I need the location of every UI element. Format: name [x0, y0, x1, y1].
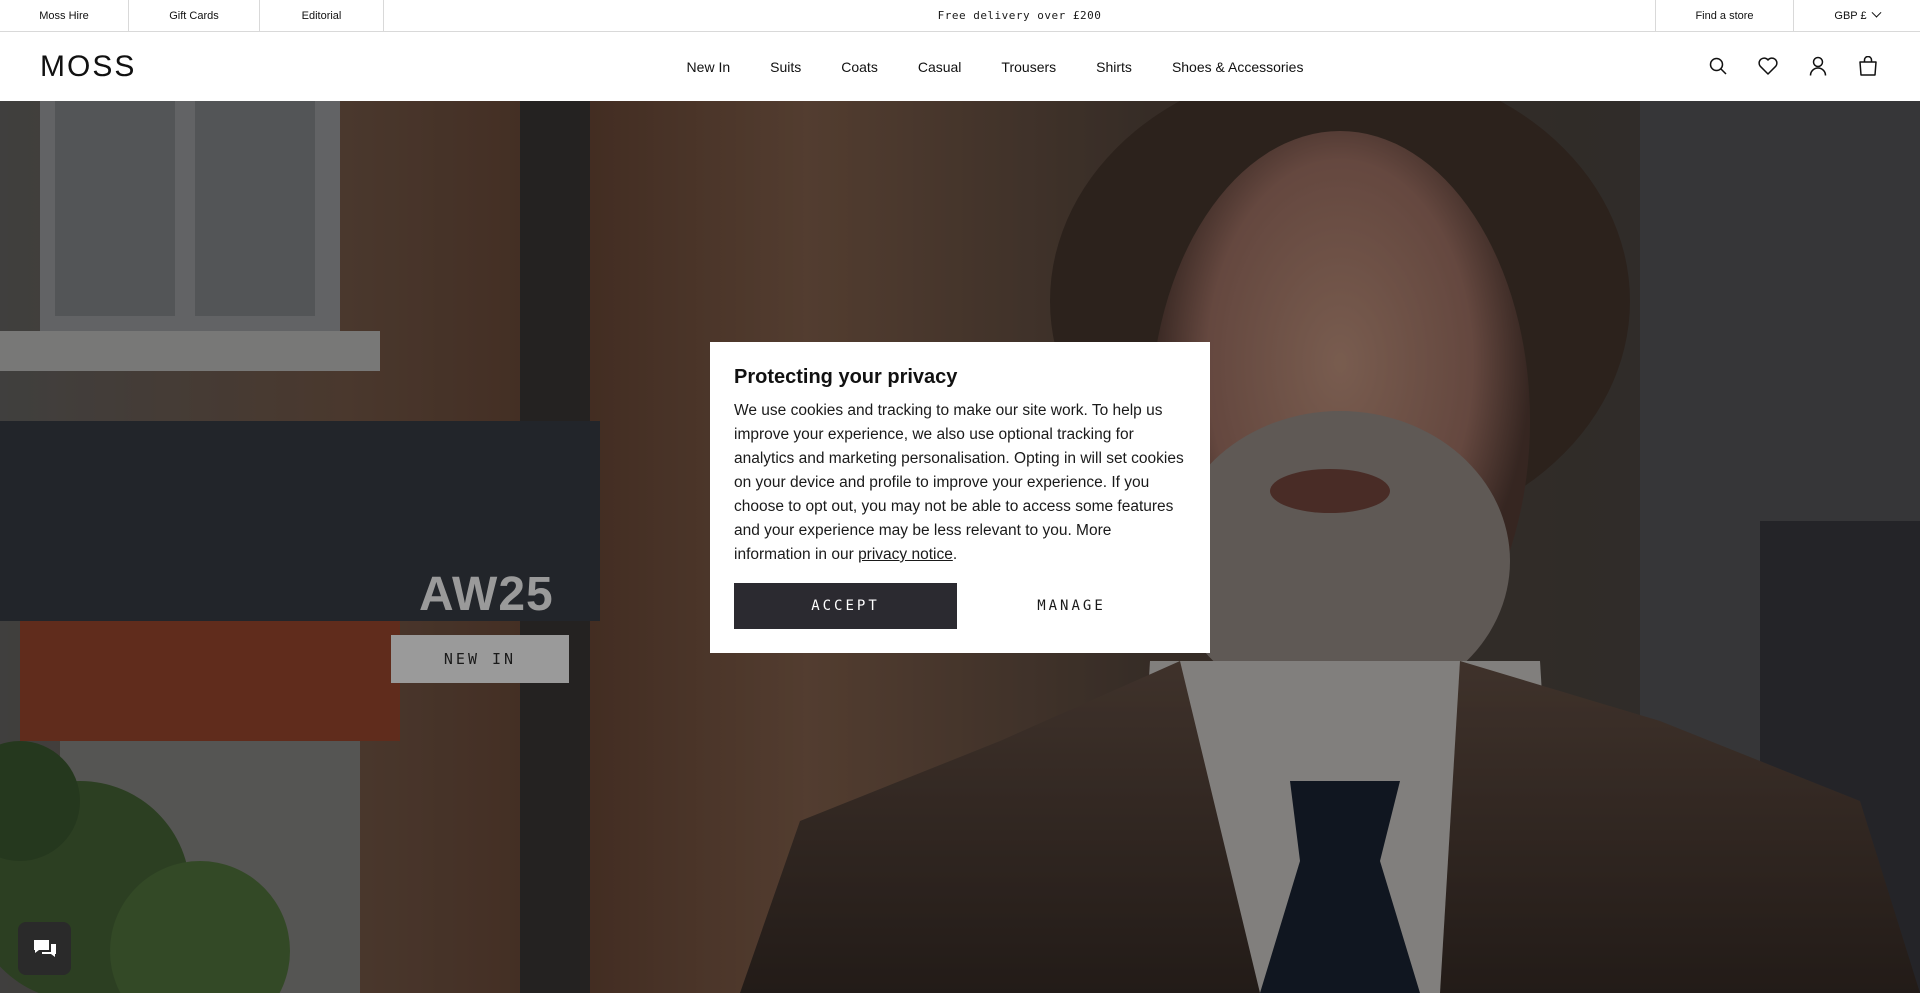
currency-label: GBP £: [1834, 9, 1867, 22]
site-header: New In Suits Coats Casual Trousers Shirt…: [0, 32, 1920, 101]
promo-banner: Free delivery over £200: [937, 9, 1102, 22]
header-icons: [1706, 54, 1880, 78]
cookie-consent-modal: Protecting your privacy We use cookies a…: [710, 342, 1210, 653]
utility-left-links: Moss Hire Gift Cards Editorial: [0, 0, 384, 31]
cookie-modal-title: Protecting your privacy: [734, 366, 958, 388]
utility-right-links: Find a store GBP £: [1655, 0, 1920, 31]
cookie-modal-body: We use cookies and tracking to make our …: [734, 399, 1186, 567]
nav-casual[interactable]: Casual: [918, 59, 962, 75]
currency-selector[interactable]: GBP £: [1793, 0, 1920, 31]
cookie-modal-actions: ACCEPT MANAGE: [734, 583, 1186, 629]
main-nav: New In Suits Coats Casual Trousers Shirt…: [0, 32, 1920, 101]
nav-trousers[interactable]: Trousers: [1001, 59, 1056, 75]
utility-bar: Moss Hire Gift Cards Editorial Free deli…: [0, 0, 1920, 32]
chevron-down-icon: [1871, 7, 1882, 18]
bag-icon[interactable]: [1856, 54, 1880, 78]
nav-suits[interactable]: Suits: [770, 59, 801, 75]
chat-button[interactable]: [18, 922, 71, 975]
editorial-link[interactable]: Editorial: [260, 0, 384, 31]
account-icon[interactable]: [1806, 54, 1830, 78]
cookie-modal-text: We use cookies and tracking to make our …: [734, 402, 1184, 563]
nav-shoes-accessories[interactable]: Shoes & Accessories: [1172, 59, 1304, 75]
accept-button[interactable]: ACCEPT: [734, 583, 957, 629]
manage-button[interactable]: MANAGE: [957, 583, 1186, 629]
hero-title: AW25: [419, 568, 554, 621]
nav-shirts[interactable]: Shirts: [1096, 59, 1132, 75]
find-store-link[interactable]: Find a store: [1655, 0, 1793, 31]
heart-icon[interactable]: [1756, 54, 1780, 78]
gift-cards-link[interactable]: Gift Cards: [129, 0, 260, 31]
new-in-button[interactable]: NEW IN: [391, 635, 569, 683]
nav-coats[interactable]: Coats: [841, 59, 878, 75]
privacy-notice-link[interactable]: privacy notice: [858, 546, 953, 563]
cookie-modal-text-end: .: [952, 546, 958, 563]
moss-hire-link[interactable]: Moss Hire: [0, 0, 129, 31]
chat-icon: [33, 939, 56, 957]
nav-new-in[interactable]: New In: [687, 59, 731, 75]
logo[interactable]: MOSS: [40, 50, 136, 84]
search-icon[interactable]: [1706, 54, 1730, 78]
